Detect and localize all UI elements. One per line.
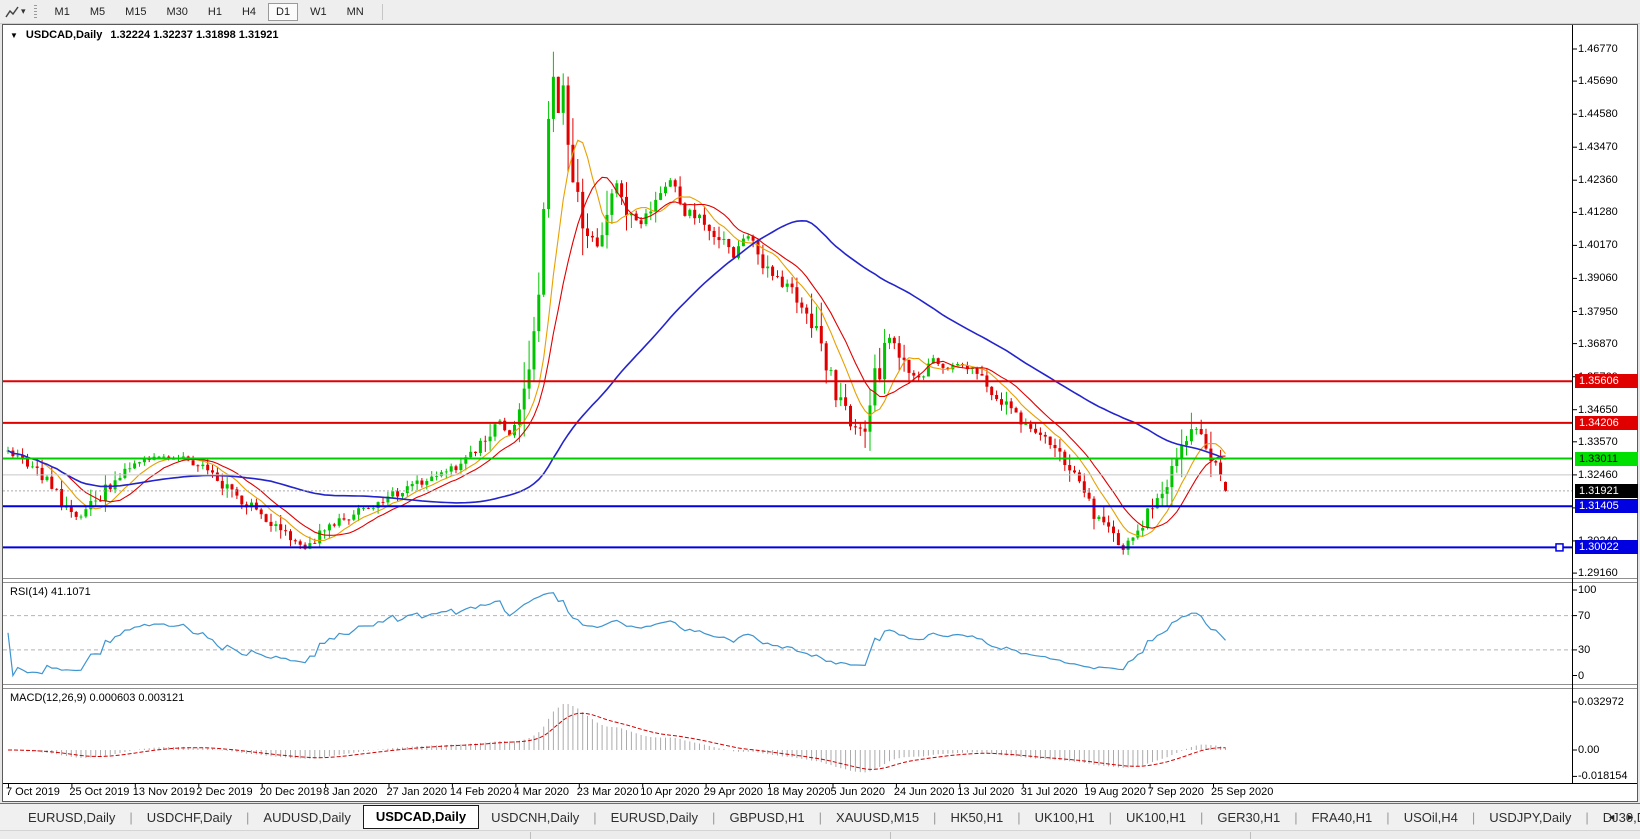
timeframe-button-h1[interactable]: H1 [200,3,230,21]
tab-audusd-daily[interactable]: AUDUSD,Daily [251,806,362,829]
toolbar-grip-handle[interactable] [34,5,37,19]
timeframe-button-m15[interactable]: M15 [117,3,154,21]
timeframe-button-w1[interactable]: W1 [302,3,335,21]
tabs-scroll-right-icon[interactable]: ► [1626,812,1635,822]
tab-usoil-h4[interactable]: USOil,H4 [1392,806,1470,829]
toolbar-separator [382,4,383,20]
tab-separator: | [1470,810,1477,825]
trading-terminal-window: ▾ M1M5M15 M30H1H4D1W1MN ▼ USDCAD,Daily 1.… [0,0,1640,839]
timeframe-button-m1[interactable]: M1 [47,3,78,21]
tab-xauusd-m15[interactable]: XAUUSD,M15 [824,806,931,829]
tab-separator: | [817,810,824,825]
tab-separator: | [1198,810,1205,825]
tab-separator: | [1384,810,1391,825]
tab-uk100-h1[interactable]: UK100,H1 [1114,806,1198,829]
timeframe-button-mn[interactable]: MN [339,3,372,21]
timeframe-button-d1[interactable]: D1 [268,3,298,21]
tab-separator: | [710,810,717,825]
timeframe-button-m5[interactable]: M5 [82,3,113,21]
tabs-scroll-left-icon[interactable]: ◄ [1607,812,1616,822]
status-divider [1250,832,1251,839]
hline-drag-handle[interactable] [1556,544,1563,551]
tab-separator: | [1107,810,1114,825]
tab-fra40-h1[interactable]: FRA40,H1 [1300,806,1385,829]
chart-canvas[interactable] [0,0,1640,839]
chart-tool-icon[interactable] [3,4,21,20]
tab-usdjpy-daily[interactable]: USDJPY,Daily [1477,806,1583,829]
tab-uk100-h1[interactable]: UK100,H1 [1023,806,1107,829]
tab-eurusd-daily[interactable]: EURUSD,Daily [16,806,127,829]
tab-hk50-h1[interactable]: HK50,H1 [938,806,1015,829]
tab-separator: | [931,810,938,825]
timeframe-button-m30[interactable]: M30 [159,3,196,21]
tool-dropdown-caret-icon[interactable]: ▾ [21,6,26,17]
chart-symbol-title: USDCAD,Daily [26,29,102,41]
timeframe-toolbar: ▾ M1M5M15 M30H1H4D1W1MN [0,0,1640,24]
tab-separator: | [127,810,134,825]
status-divider [530,832,531,839]
tab-ger30-h1[interactable]: GER30,H1 [1205,806,1292,829]
tab-usdchf-daily[interactable]: USDCHF,Daily [135,806,244,829]
tab-usdcnh-daily[interactable]: USDCNH,Daily [479,806,591,829]
tab-gbpusd-h1[interactable]: GBPUSD,H1 [717,806,816,829]
tab-separator: | [1583,810,1590,825]
timeframe-buttons: M1M5M15 M30H1H4D1W1MN [45,3,374,21]
tab-separator: | [1015,810,1022,825]
timeframe-button-h4[interactable]: H4 [234,3,264,21]
tab-usdcad-daily[interactable]: USDCAD,Daily [363,805,479,829]
tab-separator: | [591,810,598,825]
collapse-triangle-icon[interactable]: ▼ [10,31,18,40]
tab-separator: | [1292,810,1299,825]
chart-tabbar: EURUSD,Daily|USDCHF,Daily|AUDUSD,DailyUS… [0,803,1640,831]
tab-eurusd-daily[interactable]: EURUSD,Daily [599,806,710,829]
chart-title: ▼ USDCAD,Daily 1.32224 1.32237 1.31898 1… [10,29,279,41]
macd-indicator-label: MACD(12,26,9) 0.000603 0.003121 [10,692,184,704]
chart-tabs: EURUSD,Daily|USDCHF,Daily|AUDUSD,DailyUS… [0,804,1640,831]
status-divider [890,832,891,839]
rsi-indicator-label: RSI(14) 41.1071 [10,586,91,598]
tab-separator: | [244,810,251,825]
chart-ohlc-values: 1.32224 1.32237 1.31898 1.31921 [110,29,278,41]
status-bar [0,830,1640,839]
